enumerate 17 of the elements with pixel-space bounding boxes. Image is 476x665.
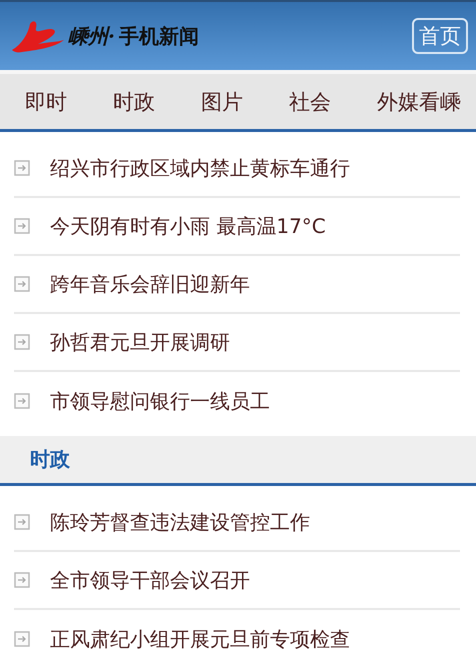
news-link[interactable]: 市领导慰问银行一线员工 bbox=[50, 388, 270, 414]
category-tab[interactable]: 社会 bbox=[289, 88, 377, 116]
news-link[interactable]: 孙哲君元旦开展调研 bbox=[50, 328, 230, 356]
news-link[interactable]: 陈玲芳督查违法建设管控工作 bbox=[50, 508, 310, 536]
news-link[interactable]: 跨年音乐会辞旧迎新年 bbox=[50, 270, 250, 298]
news-link[interactable]: 正风肃纪小组开展元旦前专项检查 bbox=[50, 626, 350, 652]
news-link[interactable]: 全市领导干部会议召开 bbox=[50, 566, 250, 594]
category-tab[interactable]: 即时 bbox=[25, 88, 113, 116]
category-tab[interactable]: 时政 bbox=[113, 88, 201, 116]
category-tab[interactable]: 图片 bbox=[201, 88, 289, 116]
logo-text: 嵊州· bbox=[68, 22, 115, 50]
logo-title: 手机新闻 bbox=[118, 22, 199, 50]
section-heading: 时政 bbox=[0, 436, 476, 486]
news-link[interactable]: 绍兴市行政区域内禁止黄标车通行 bbox=[50, 154, 350, 182]
home-button[interactable]: 首页 bbox=[412, 18, 468, 54]
category-tab[interactable]: 外媒看嵊 bbox=[377, 88, 461, 116]
news-link[interactable]: 今天阴有时有小雨 最高温17°C bbox=[50, 212, 326, 240]
